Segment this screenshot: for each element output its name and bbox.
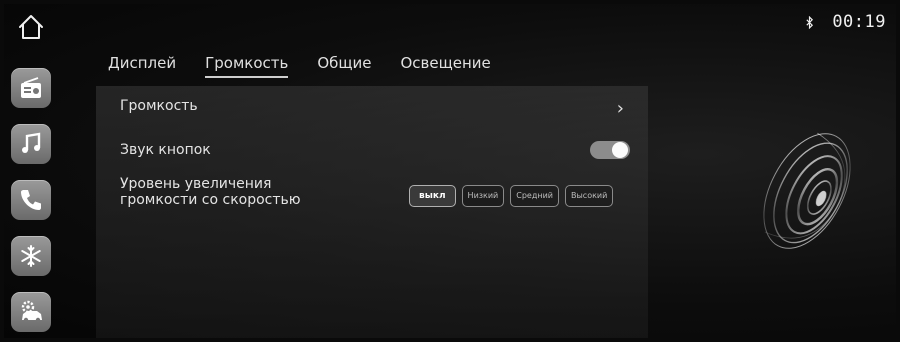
settings-panel: Громкость › Звук кнопок Уровень увеличен… xyxy=(96,86,648,338)
tab-display[interactable]: Дисплей xyxy=(108,54,176,78)
clock: 00:19 xyxy=(832,12,886,32)
music-note-icon xyxy=(22,132,41,153)
status-bar: 00:19 xyxy=(805,12,886,32)
sidebar-radio-button[interactable] xyxy=(11,68,51,108)
speed-volume-row: Уровень увеличения громкости со скорость… xyxy=(120,176,628,216)
speed-volume-selector: выкл Низкий Средний Высокий xyxy=(409,185,614,207)
sidebar-music-button[interactable] xyxy=(11,124,51,164)
sidebar-phone-button[interactable] xyxy=(11,180,51,220)
tab-lighting[interactable]: Освещение xyxy=(401,54,491,78)
bluetooth-icon xyxy=(806,15,814,29)
tab-general[interactable]: Общие xyxy=(317,54,371,78)
sidebar-climate-button[interactable] xyxy=(11,236,51,276)
phone-icon xyxy=(21,190,41,210)
infotainment-screen: 00:19 Дисплей Громкость Общие Освещение … xyxy=(4,4,896,338)
toggle-knob xyxy=(612,142,628,158)
volume-row[interactable]: Громкость › xyxy=(120,98,628,120)
key-sound-label: Звук кнопок xyxy=(120,142,211,158)
speed-volume-option-high[interactable]: Высокий xyxy=(565,185,614,207)
home-icon[interactable] xyxy=(16,12,46,42)
car-gear-icon xyxy=(21,300,42,323)
volume-label: Громкость xyxy=(120,98,198,114)
key-sound-row: Звук кнопок xyxy=(120,141,630,164)
tab-volume[interactable]: Громкость xyxy=(205,54,289,78)
speed-volume-option-off[interactable]: выкл xyxy=(409,185,456,207)
speaker-illustration xyxy=(763,132,851,249)
speed-volume-option-medium[interactable]: Средний xyxy=(510,185,559,207)
sidebar-vehicle-settings-button[interactable] xyxy=(11,292,51,332)
speed-volume-option-low[interactable]: Низкий xyxy=(461,185,505,207)
snowflake-icon xyxy=(21,245,41,267)
key-sound-toggle[interactable] xyxy=(590,141,630,159)
settings-tabs: Дисплей Громкость Общие Освещение xyxy=(108,54,491,78)
radio-icon xyxy=(21,77,41,98)
chevron-right-icon: › xyxy=(616,98,624,119)
